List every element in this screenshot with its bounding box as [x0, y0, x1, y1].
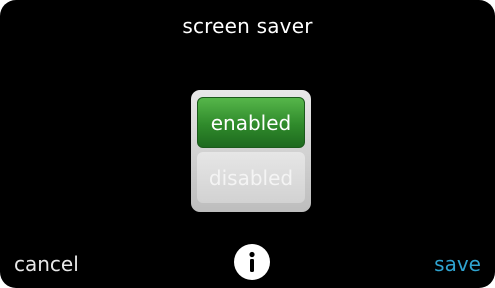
save-button[interactable]: save: [434, 252, 481, 276]
info-icon: [249, 251, 255, 272]
enabled-option[interactable]: enabled: [197, 97, 305, 148]
info-button[interactable]: [234, 244, 270, 280]
thermostat-screen: screen saver enabled disabled cancel sav…: [0, 0, 495, 288]
screen-saver-option-panel: enabled disabled: [191, 90, 311, 212]
disabled-option[interactable]: disabled: [197, 152, 305, 203]
cancel-button[interactable]: cancel: [14, 252, 79, 276]
page-title: screen saver: [182, 14, 313, 38]
